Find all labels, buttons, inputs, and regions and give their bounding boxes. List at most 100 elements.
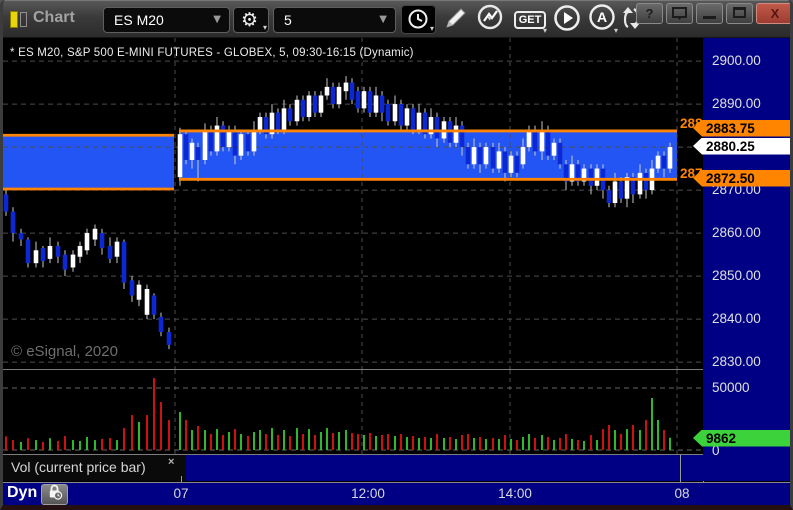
maximize-icon bbox=[733, 7, 746, 18]
candle-body bbox=[3, 194, 9, 212]
candle-body bbox=[294, 99, 300, 122]
volume-bar bbox=[565, 434, 567, 450]
dynamic-mode-label: Dyn bbox=[7, 484, 38, 501]
volume-bar bbox=[271, 428, 273, 450]
candle-body bbox=[166, 331, 172, 345]
volume-bar bbox=[455, 438, 457, 450]
candle-body bbox=[404, 108, 410, 126]
candle-body bbox=[287, 108, 293, 122]
volume-bar bbox=[351, 433, 353, 450]
volume-bar bbox=[479, 436, 481, 450]
chevron-down-icon: ▾ bbox=[429, 24, 434, 33]
play-icon bbox=[553, 4, 581, 37]
candle-body bbox=[238, 134, 244, 156]
get-data-button[interactable]: GET ▾ bbox=[512, 5, 548, 35]
svg-text:A: A bbox=[596, 9, 606, 25]
volume-chart-pane[interactable] bbox=[3, 370, 703, 454]
price-chart-pane[interactable] bbox=[3, 38, 703, 369]
volume-bar bbox=[345, 430, 347, 450]
volume-bar bbox=[602, 429, 604, 450]
candle-body bbox=[77, 245, 83, 257]
candle-body bbox=[349, 82, 355, 100]
line-study-button[interactable] bbox=[474, 4, 508, 35]
volume-bar bbox=[153, 378, 155, 450]
volume-bar bbox=[289, 435, 291, 450]
interval-dropdown[interactable]: 5 ▼ bbox=[273, 7, 396, 33]
volume-bar bbox=[259, 430, 261, 450]
alert-button[interactable]: A ▾ bbox=[585, 4, 619, 35]
candle-body bbox=[158, 316, 164, 332]
chevron-down-icon: ▾ bbox=[262, 23, 267, 32]
popout-button[interactable] bbox=[666, 3, 693, 24]
candle-body bbox=[588, 168, 594, 186]
volume-bar bbox=[406, 436, 408, 450]
candle-body bbox=[257, 116, 263, 130]
candle-body bbox=[532, 129, 538, 152]
candle-body bbox=[526, 129, 532, 148]
candle-body bbox=[496, 151, 502, 169]
candle-body bbox=[300, 99, 306, 117]
candle-body bbox=[318, 95, 324, 113]
volume-bar bbox=[94, 440, 96, 450]
help-button[interactable]: ? bbox=[636, 3, 663, 24]
volume-bar bbox=[197, 425, 199, 450]
volume-bar bbox=[320, 432, 322, 450]
axis-price-label: 2840.00 bbox=[712, 311, 761, 326]
volume-bar bbox=[160, 402, 162, 450]
volume-bar bbox=[547, 436, 549, 450]
candle-body bbox=[306, 95, 312, 117]
volume-bar bbox=[577, 439, 579, 450]
pane-divider[interactable] bbox=[3, 369, 704, 370]
draw-tool-button[interactable] bbox=[440, 5, 470, 35]
time-label: 14:00 bbox=[498, 486, 532, 501]
play-button[interactable] bbox=[551, 4, 583, 37]
volume-bar bbox=[663, 430, 665, 450]
close-study-icon[interactable]: × bbox=[168, 457, 174, 468]
volume-bar bbox=[381, 434, 383, 450]
maximize-button[interactable] bbox=[726, 3, 753, 24]
volume-bar bbox=[357, 434, 359, 450]
chevron-down-icon: ▼ bbox=[213, 14, 221, 25]
time-axis[interactable]: Dyn 07 12:00 14:00 08 bbox=[3, 482, 790, 505]
candle-body bbox=[245, 134, 251, 152]
minimize-button[interactable] bbox=[696, 3, 723, 24]
price-axis[interactable]: 2900.00 2890.00 2870.00 2860.00 2850.00 2840.… bbox=[693, 38, 790, 481]
volume-bar bbox=[240, 434, 242, 450]
candle-body bbox=[55, 245, 61, 257]
time-template-button[interactable]: ▾ bbox=[401, 5, 436, 34]
candle-body bbox=[84, 233, 90, 251]
volume-bar bbox=[326, 428, 328, 450]
candle-body bbox=[477, 147, 483, 165]
volume-bar bbox=[363, 434, 365, 450]
volume-bar bbox=[123, 428, 125, 450]
volume-study-label[interactable]: Vol (current price bar) × bbox=[3, 455, 186, 481]
esignal-watermark: © eSignal, 2020 bbox=[11, 343, 118, 360]
volume-bar bbox=[27, 438, 29, 450]
volume-bar bbox=[283, 430, 285, 450]
volume-bar bbox=[179, 412, 181, 450]
volume-bar bbox=[86, 436, 88, 450]
volume-bar bbox=[210, 434, 212, 450]
volume-bar bbox=[138, 421, 140, 450]
volume-bar bbox=[265, 434, 267, 450]
close-button[interactable]: X bbox=[756, 3, 790, 24]
candle-body bbox=[33, 250, 39, 264]
lock-timeframe-button[interactable] bbox=[41, 484, 68, 505]
candle-body bbox=[416, 112, 422, 130]
volume-bar bbox=[131, 415, 133, 450]
candle-body bbox=[121, 241, 127, 283]
axis-price-label: 2860.00 bbox=[712, 225, 761, 240]
candle-body bbox=[312, 95, 318, 113]
symbol-settings-button[interactable]: ⚙ ▾ bbox=[233, 7, 269, 33]
volume-bar bbox=[436, 434, 438, 450]
candle-body bbox=[177, 134, 183, 178]
volume-bar bbox=[590, 434, 592, 450]
axis-price-label: 2900.00 bbox=[712, 53, 761, 68]
volume-bar bbox=[430, 437, 432, 450]
candle-body bbox=[520, 147, 526, 165]
candle-body bbox=[355, 91, 361, 109]
volume-bar bbox=[387, 434, 389, 450]
volume-bar bbox=[375, 435, 377, 450]
candle-body bbox=[618, 181, 624, 199]
symbol-dropdown[interactable]: ES M20 ▼ bbox=[103, 7, 230, 33]
